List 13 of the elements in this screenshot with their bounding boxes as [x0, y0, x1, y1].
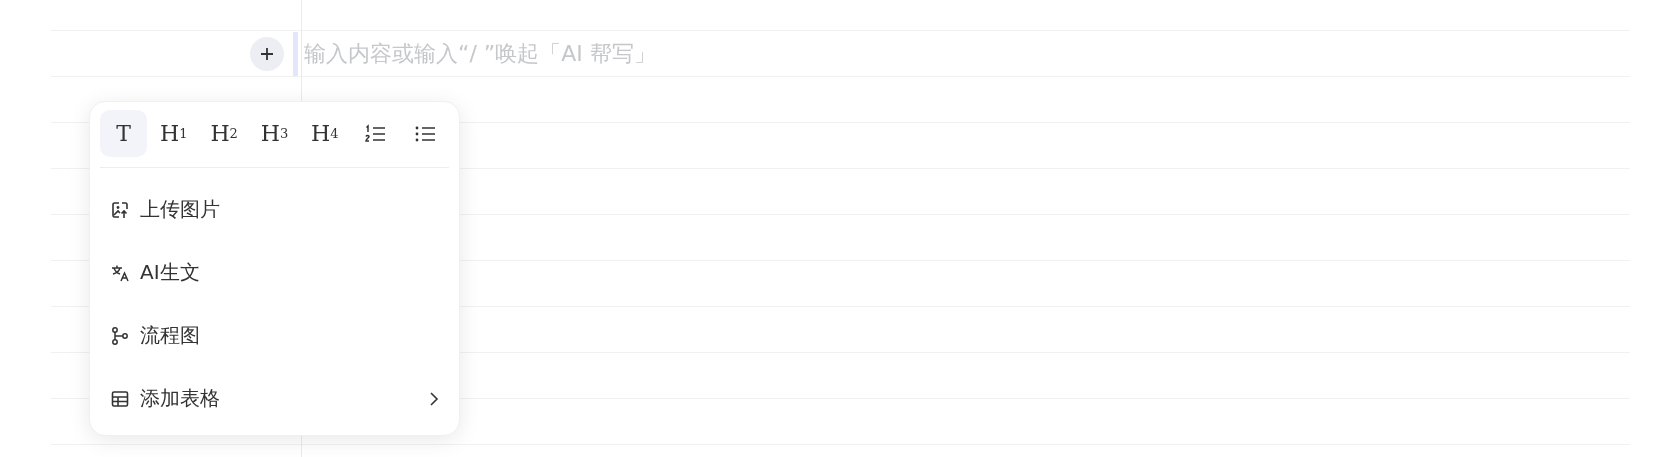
format-button[interactable]: T — [100, 110, 147, 157]
editor-input[interactable]: 输入内容或输入“/ ”唤起「AI 帮写」 — [302, 40, 726, 67]
add-button[interactable] — [250, 36, 284, 71]
menu-item[interactable]: 流程图 — [100, 304, 449, 367]
numbered-list-icon — [364, 123, 387, 144]
chevron-right-icon — [429, 390, 439, 407]
flowchart-icon — [110, 325, 130, 346]
plus-icon — [259, 45, 275, 62]
image-upload-icon — [110, 199, 130, 220]
table-icon — [110, 388, 130, 409]
menu-item[interactable]: AI生文 — [100, 241, 449, 304]
menu-item[interactable]: 上传图片 — [100, 178, 449, 241]
menu-item[interactable]: 添加表格 — [100, 367, 449, 430]
